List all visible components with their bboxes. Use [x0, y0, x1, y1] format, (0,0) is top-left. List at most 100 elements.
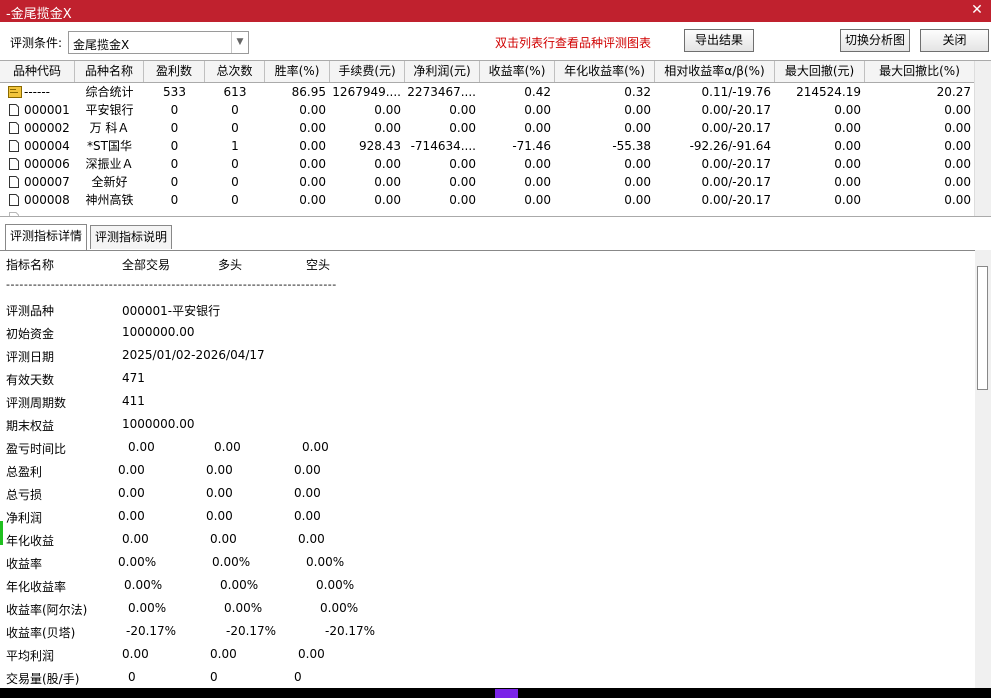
column-header[interactable]: 手续费(元) — [330, 61, 405, 82]
table-cell: 0.00 — [944, 139, 971, 153]
table-cell: 000002 — [24, 121, 70, 135]
table-cell: 0.00 — [524, 103, 551, 117]
detail-header-short: 空头 — [306, 258, 331, 272]
metric-value-all: -20.17% — [126, 624, 177, 638]
document-icon — [8, 137, 22, 155]
metric-value-all: 0.00 — [118, 486, 145, 500]
metric-value-short: 0.00 — [298, 647, 325, 661]
metric-label: 总盈利 — [6, 465, 43, 479]
table-cell: 0.00 — [299, 157, 326, 171]
column-header[interactable]: 净利润(元) — [405, 61, 480, 82]
table-cell: 0.00 — [449, 157, 476, 171]
results-table: 品种代码 品种名称 盈利数 总次数 胜率(%) 手续费(元) 净利润(元) 收益率(%) 年化收… — [0, 60, 991, 217]
table-cell: 533 — [163, 85, 186, 99]
table-cell: 0.00/-20.17 — [701, 103, 771, 117]
column-header[interactable]: 胜率(%) — [265, 61, 330, 82]
switch-chart-button[interactable]: 切换分析图 — [840, 29, 910, 52]
table-cell: 1267949.... — [332, 85, 401, 99]
table-cell: 0 — [231, 175, 239, 189]
table-cell: 0.00 — [944, 103, 971, 117]
metric-value-all: 0.00% — [124, 578, 163, 592]
taskbar-marker — [495, 689, 518, 698]
table-row[interactable]: 000007 全新好 0 0 0.00 0.00 0.00 0.00 0.00 0.00/-20.… — [0, 173, 975, 191]
document-icon — [8, 119, 22, 137]
metric-label: 净利润 — [6, 511, 43, 525]
table-cell: 0.00 — [374, 193, 401, 207]
table-cell: 1 — [231, 139, 239, 153]
metric-value-short: 0.00 — [294, 509, 321, 523]
metric-value-long: 0.00 — [210, 532, 237, 546]
detail-scroll-thumb[interactable] — [977, 266, 988, 390]
metric-value-long: 0.00% — [212, 555, 251, 569]
metric-value: 1000000.00 — [122, 417, 195, 431]
export-button[interactable]: 导出结果 — [684, 29, 754, 52]
table-row[interactable]: 000004 *ST国华 0 1 0.00 928.43 -714634.... -71.46… — [0, 137, 975, 155]
table-cell: 000008 — [24, 193, 70, 207]
table-cell: 神州高铁 — [85, 193, 134, 207]
table-cell: 全新好 — [91, 175, 128, 189]
table-cell: 000004 — [24, 139, 70, 153]
table-cell: 0.00 — [374, 121, 401, 135]
table-cell: -55.38 — [612, 139, 651, 153]
table-row[interactable]: 000008 神州高铁 0 0 0.00 0.00 0.00 0.00 0.00 0.00/-20… — [0, 191, 975, 209]
table-cell: -71.46 — [512, 139, 551, 153]
table-cell: -92.26/-91.64 — [689, 139, 771, 153]
condition-label: 评测条件: — [10, 36, 63, 50]
table-cell: 0.00 — [944, 157, 971, 171]
metric-value-all: 0.00 — [118, 509, 145, 523]
metric-label: 盈亏时间比 — [6, 442, 67, 456]
metric-value-all: 0.00 — [118, 463, 145, 477]
metric-value-short: 0.00 — [294, 486, 321, 500]
metric-label: 总亏损 — [6, 488, 43, 502]
document-icon — [8, 155, 22, 173]
metric-value-short: 0.00 — [302, 440, 329, 454]
column-header[interactable]: 最大回撤比(%) — [865, 61, 975, 82]
column-header[interactable]: 品种代码 — [0, 61, 75, 82]
column-header[interactable]: 品种名称 — [75, 61, 144, 82]
table-cell: 0.00 — [299, 193, 326, 207]
metric-value: 1000000.00 — [122, 325, 195, 339]
table-cell: 0.00 — [449, 103, 476, 117]
table-cell: 0.00 — [449, 175, 476, 189]
close-icon[interactable]: ✕ — [969, 2, 985, 18]
table-row[interactable]: ------ 综合统计 533 613 86.95 1267949.... 2273467.… — [0, 83, 975, 101]
metric-value-long: 0.00 — [206, 463, 233, 477]
table-cell: 613 — [223, 85, 247, 99]
document-icon — [8, 101, 22, 119]
table-cell: 0.00/-20.17 — [701, 157, 771, 171]
column-header[interactable]: 相对收益率α/β(%) — [655, 61, 775, 82]
table-cell: 20.27 — [936, 85, 971, 99]
table-row[interactable]: 000006 深振业Ａ 0 0 0.00 0.00 0.00 0.00 0.00 0.00/-20… — [0, 155, 975, 173]
column-header[interactable]: 收益率(%) — [480, 61, 555, 82]
table-cell: 0.00 — [834, 193, 861, 207]
document-icon — [8, 191, 22, 209]
metric-label: 平均利润 — [6, 649, 55, 663]
table-scrollbar[interactable] — [974, 61, 991, 217]
detail-header-long: 多头 — [218, 258, 243, 272]
window-title: -金尾揽金X — [6, 7, 72, 22]
tab-description[interactable]: 评测指标说明 — [90, 225, 173, 249]
table-cell: 0.00 — [624, 175, 651, 189]
chevron-down-icon[interactable]: ▼ — [231, 32, 248, 53]
condition-combo-value: 金尾揽金X — [73, 38, 130, 52]
column-header[interactable]: 年化收益率(%) — [555, 61, 655, 82]
table-cell: 0.00/-20.17 — [701, 121, 771, 135]
column-header[interactable]: 最大回撤(元) — [775, 61, 865, 82]
condition-combo[interactable]: 金尾揽金X ▼ — [68, 31, 249, 54]
table-cell: 0 — [231, 157, 239, 171]
evaluation-window: -金尾揽金X ✕ 评测条件: 金尾揽金X ▼ 双击列表行查看品种评测图表 导出结… — [0, 0, 991, 688]
table-cell: 0 — [170, 121, 179, 135]
table-cell: 0.00 — [374, 103, 401, 117]
metric-value-long: -20.17% — [226, 624, 277, 638]
column-header[interactable]: 总次数 — [205, 61, 265, 82]
table-row[interactable]: 000002 万 科Ａ 0 0 0.00 0.00 0.00 0.00 0.00 0.00/-20… — [0, 119, 975, 137]
table-cell: ------ — [24, 85, 50, 99]
metric-value-all: 0 — [128, 670, 136, 684]
hint-text: 双击列表行查看品种评测图表 — [495, 36, 652, 50]
table-cell: 0.00 — [624, 103, 651, 117]
table-cell: 0 — [170, 103, 179, 117]
table-row[interactable]: 000001 平安银行 0 0 0.00 0.00 0.00 0.00 0.00 0.00/-20… — [0, 101, 975, 119]
column-header[interactable]: 盈利数 — [144, 61, 205, 82]
close-button[interactable]: 关闭 — [920, 29, 989, 52]
tab-details[interactable]: 评测指标详情 — [5, 224, 88, 250]
